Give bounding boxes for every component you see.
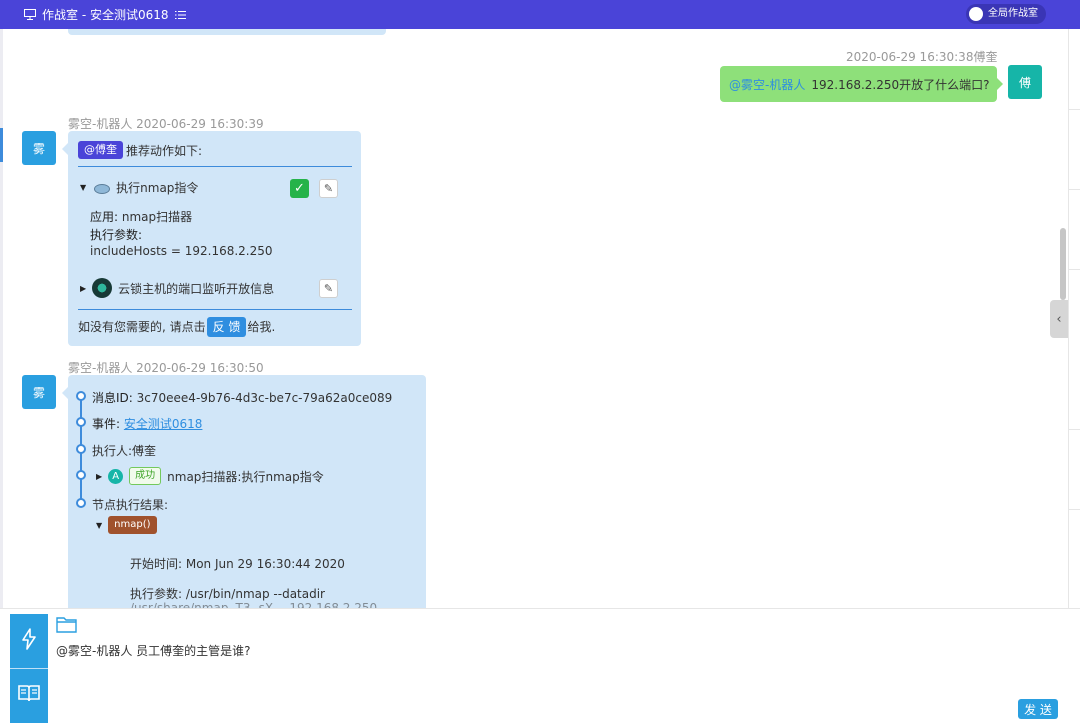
caret-down-icon[interactable]: ▼ bbox=[80, 183, 86, 192]
node-badge: nmap() bbox=[108, 516, 157, 534]
folder-icon[interactable] bbox=[56, 616, 77, 633]
user-message-timestamp: 2020-06-29 16:30:38傅奎 bbox=[846, 50, 998, 64]
previous-message-bubble bbox=[68, 29, 386, 35]
message-composer bbox=[0, 608, 1080, 723]
divider bbox=[78, 166, 352, 167]
event-link[interactable]: 安全测试0618 bbox=[124, 417, 203, 431]
timeline-dot bbox=[76, 391, 86, 401]
feedback-line: 如没有您需要的, 请点击反 馈给我. bbox=[78, 317, 275, 337]
room-title-text: 作战室 - 安全测试0618 bbox=[42, 8, 169, 22]
step-title: nmap扫描器:执行nmap指令 bbox=[167, 469, 324, 484]
edit-icon: ✎ bbox=[323, 282, 334, 295]
global-room-toggle[interactable]: 全局作战室 bbox=[966, 4, 1046, 24]
step-app-icon: A bbox=[108, 468, 124, 484]
monitor-icon bbox=[24, 9, 36, 20]
event-line: 事件: 安全测试0618 bbox=[92, 415, 202, 432]
params-label: 执行参数: bbox=[90, 228, 143, 242]
timeline-dot bbox=[76, 417, 86, 427]
edit-action-button-2[interactable]: ✎ bbox=[319, 279, 338, 298]
action-nmap-title: 执行nmap指令 bbox=[116, 181, 199, 195]
message-id-value: 3c70eee4-9b76-4d3c-be7c-79a62a0ce089 bbox=[136, 391, 393, 405]
bot-message-header: 雾空-机器人 2020-06-29 16:30:39 bbox=[68, 117, 264, 131]
composer-sidebar bbox=[10, 614, 48, 723]
result-label: 节点执行结果: bbox=[92, 498, 169, 512]
step-row[interactable]: ▶ A 成功 nmap扫描器:执行nmap指令 bbox=[96, 467, 324, 485]
bot-recommendation-bubble: @傅奎 推荐动作如下: ▼ 执行nmap指令 ✓ ✎ 应用: nmap扫描器 执… bbox=[62, 131, 361, 346]
user-message-text: 192.168.2.250开放了什么端口? bbox=[811, 77, 990, 92]
chat-scrollbar[interactable] bbox=[1060, 228, 1066, 300]
lightning-icon bbox=[22, 628, 36, 650]
quick-action-button[interactable] bbox=[10, 620, 48, 658]
action-app: 应用: nmap扫描器 bbox=[90, 208, 192, 225]
edit-action-button[interactable]: ✎ bbox=[319, 179, 338, 198]
timeline-dot bbox=[76, 444, 86, 454]
bot-avatar-2[interactable]: 雾 bbox=[22, 375, 56, 409]
nmap-icon bbox=[92, 181, 111, 195]
executor: 执行人:傅奎 bbox=[92, 444, 157, 458]
right-panel-edge bbox=[1068, 29, 1080, 608]
check-icon: ✓ bbox=[294, 181, 305, 196]
confirm-action-button[interactable]: ✓ bbox=[290, 179, 309, 198]
toggle-knob bbox=[969, 7, 983, 21]
user-mention[interactable]: @雾空-机器人 bbox=[729, 76, 805, 93]
send-button[interactable]: 发 送 bbox=[1018, 699, 1058, 719]
bot-execution-bubble: 消息ID: 3c70eee4-9b76-4d3c-be7c-79a62a0ce0… bbox=[62, 375, 426, 615]
timeline-dot bbox=[76, 470, 86, 480]
mention-tag[interactable]: @傅奎 bbox=[78, 141, 123, 159]
edit-icon: ✎ bbox=[323, 182, 334, 195]
bot-message-header-2: 雾空-机器人 2020-06-29 16:30:50 bbox=[68, 361, 264, 375]
list-menu-icon[interactable] bbox=[174, 10, 186, 20]
user-message-bubble: @雾空-机器人 192.168.2.250开放了什么端口? bbox=[720, 66, 1003, 102]
message-id: 消息ID: 3c70eee4-9b76-4d3c-be7c-79a62a0ce0… bbox=[92, 389, 392, 406]
divider bbox=[10, 668, 48, 669]
user-avatar[interactable]: 傅 bbox=[1008, 65, 1042, 99]
message-id-label: 消息ID: bbox=[92, 391, 133, 405]
knowledge-base-button[interactable] bbox=[10, 674, 48, 712]
cloudlock-icon bbox=[92, 278, 113, 298]
feedback-prefix: 如没有您需要的, 请点击 bbox=[78, 320, 206, 334]
left-rail-marker bbox=[0, 128, 3, 162]
caret-down-icon[interactable]: ▼ bbox=[96, 521, 102, 530]
message-input[interactable]: @雾空-机器人 员工傅奎的主管是谁? bbox=[56, 642, 251, 659]
feedback-suffix: 给我. bbox=[247, 320, 276, 334]
start-time: 开始时间: Mon Jun 29 16:30:44 2020 bbox=[130, 557, 345, 571]
app-label: 应用: bbox=[90, 210, 119, 224]
bot-avatar[interactable]: 雾 bbox=[22, 131, 56, 165]
caret-right-icon[interactable]: ▶ bbox=[80, 284, 86, 293]
status-badge: 成功 bbox=[129, 467, 162, 485]
action-nmap-row[interactable]: ▼ 执行nmap指令 bbox=[80, 179, 198, 196]
app-value: nmap扫描器 bbox=[121, 210, 193, 224]
top-bar: 作战室 - 安全测试0618 全局作战室 bbox=[0, 0, 1080, 29]
node-row[interactable]: ▼ nmap() bbox=[96, 516, 157, 534]
params-value: includeHosts = 192.168.2.250 bbox=[90, 244, 273, 258]
event-label: 事件: bbox=[92, 417, 121, 431]
action-cloudlock-title: 云锁主机的端口监听开放信息 bbox=[118, 281, 275, 296]
recommendation-intro: 推荐动作如下: bbox=[126, 144, 203, 158]
chevron-left-icon: ‹ bbox=[1056, 311, 1062, 327]
feedback-button[interactable]: 反 馈 bbox=[206, 317, 247, 337]
timeline-dot bbox=[76, 498, 86, 508]
room-title: 作战室 - 安全测试0618 bbox=[24, 6, 186, 23]
action-cloudlock-row[interactable]: ▶ 云锁主机的端口监听开放信息 bbox=[80, 278, 274, 298]
caret-right-icon[interactable]: ▶ bbox=[96, 472, 102, 481]
book-icon bbox=[18, 685, 40, 702]
divider bbox=[78, 309, 352, 310]
exec-params: 执行参数: /usr/bin/nmap --datadir bbox=[130, 587, 325, 601]
collapse-panel-button[interactable]: ‹ bbox=[1050, 300, 1068, 338]
global-room-toggle-label: 全局作战室 bbox=[988, 8, 1038, 19]
